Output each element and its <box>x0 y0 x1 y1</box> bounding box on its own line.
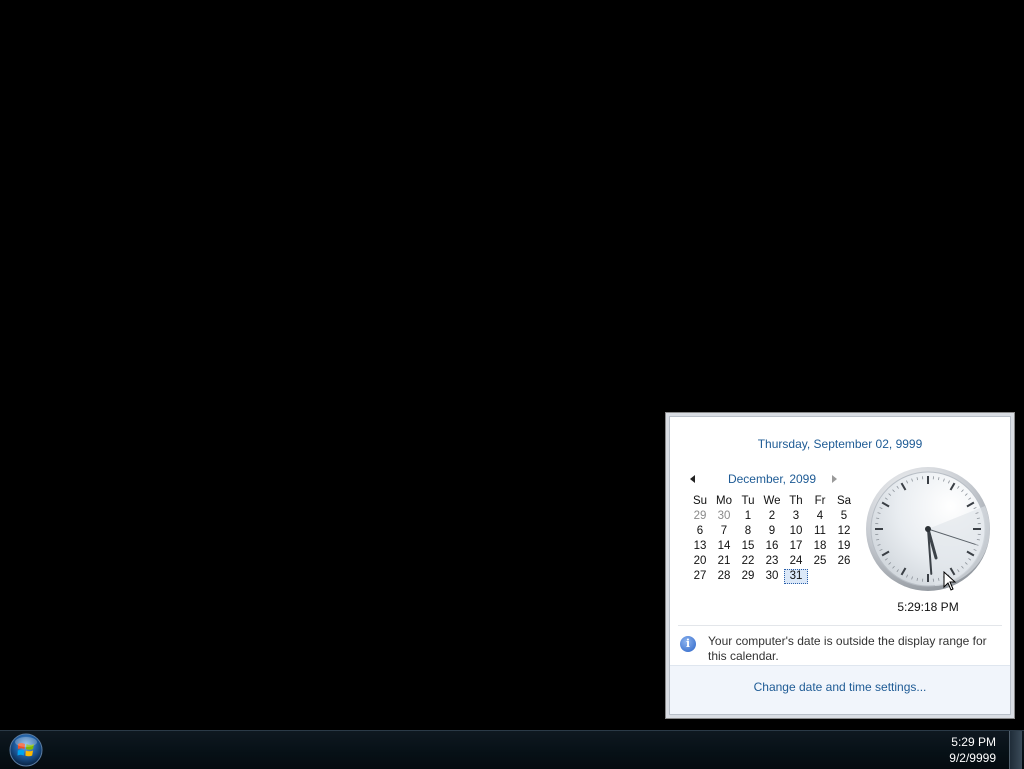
calendar-grid: SuMoTuWeThFrSa29301234567891011121314151… <box>688 494 856 584</box>
date-time-flyout: Thursday, September 02, 9999 December, 2… <box>665 412 1015 719</box>
taskbar-date: 9/2/9999 <box>926 750 996 766</box>
weekday-header: Su <box>688 494 712 509</box>
calendar-day[interactable]: 24 <box>784 554 808 569</box>
calendar-day[interactable]: 29 <box>688 509 712 524</box>
calendar-day[interactable]: 21 <box>712 554 736 569</box>
calendar-day[interactable]: 12 <box>832 524 856 539</box>
taskbar: 5:29 PM 9/2/9999 <box>0 730 1024 769</box>
calendar-day[interactable]: 28 <box>712 569 736 584</box>
calendar-day[interactable]: 30 <box>712 509 736 524</box>
weekday-header: Mo <box>712 494 736 509</box>
current-date-link[interactable]: Thursday, September 02, 9999 <box>670 437 1010 451</box>
weekday-header: Tu <box>736 494 760 509</box>
mouse-cursor-icon <box>943 571 957 591</box>
divider <box>678 625 1002 626</box>
weekday-header: Sa <box>832 494 856 509</box>
calendar-day[interactable]: 2 <box>760 509 784 524</box>
calendar-day[interactable]: 22 <box>736 554 760 569</box>
calendar-day[interactable]: 9 <box>760 524 784 539</box>
calendar-day[interactable]: 11 <box>808 524 832 539</box>
calendar: December, 2099 SuMoTuWeThFrSa29301234567… <box>688 472 856 488</box>
calendar-day[interactable]: 7 <box>712 524 736 539</box>
calendar-day[interactable]: 14 <box>712 539 736 554</box>
calendar-day[interactable]: 13 <box>688 539 712 554</box>
calendar-day[interactable]: 4 <box>808 509 832 524</box>
change-date-time-settings-link[interactable]: Change date and time settings... <box>670 680 1010 694</box>
weekday-header: Fr <box>808 494 832 509</box>
calendar-day[interactable]: 23 <box>760 554 784 569</box>
calendar-day[interactable]: 8 <box>736 524 760 539</box>
calendar-day[interactable]: 29 <box>736 569 760 584</box>
calendar-day[interactable]: 30 <box>760 569 784 584</box>
flyout-footer: Change date and time settings... <box>670 665 1010 714</box>
calendar-day[interactable]: 1 <box>736 509 760 524</box>
calendar-day[interactable]: 26 <box>832 554 856 569</box>
start-button[interactable] <box>7 733 45 767</box>
info-icon: i <box>680 636 696 652</box>
calendar-day[interactable]: 5 <box>832 509 856 524</box>
calendar-nav: December, 2099 <box>688 472 856 488</box>
month-title[interactable]: December, 2099 <box>706 472 838 486</box>
taskbar-clock[interactable]: 5:29 PM 9/2/9999 <box>926 734 996 766</box>
calendar-day[interactable]: 19 <box>832 539 856 554</box>
flyout-panel: Thursday, September 02, 9999 December, 2… <box>669 416 1011 715</box>
previous-month-button[interactable] <box>690 473 700 485</box>
weekday-header: Th <box>784 494 808 509</box>
show-desktop-button[interactable] <box>1009 731 1022 769</box>
calendar-day[interactable]: 27 <box>688 569 712 584</box>
calendar-day[interactable]: 17 <box>784 539 808 554</box>
calendar-day[interactable]: 25 <box>808 554 832 569</box>
calendar-day[interactable]: 15 <box>736 539 760 554</box>
info-text: Your computer's date is outside the disp… <box>708 634 996 664</box>
calendar-day[interactable]: 18 <box>808 539 832 554</box>
clock-time-text: 5:29:18 PM <box>865 600 991 614</box>
weekday-header: We <box>760 494 784 509</box>
calendar-day[interactable]: 6 <box>688 524 712 539</box>
calendar-day[interactable]: 16 <box>760 539 784 554</box>
next-month-button[interactable] <box>832 473 842 485</box>
chevron-right-icon <box>832 475 837 483</box>
calendar-day[interactable]: 3 <box>784 509 808 524</box>
chevron-left-icon <box>690 475 695 483</box>
calendar-day-selected[interactable]: 31 <box>784 569 808 584</box>
calendar-day[interactable]: 20 <box>688 554 712 569</box>
calendar-day[interactable]: 10 <box>784 524 808 539</box>
analog-clock <box>865 466 991 592</box>
taskbar-time: 5:29 PM <box>926 734 996 750</box>
